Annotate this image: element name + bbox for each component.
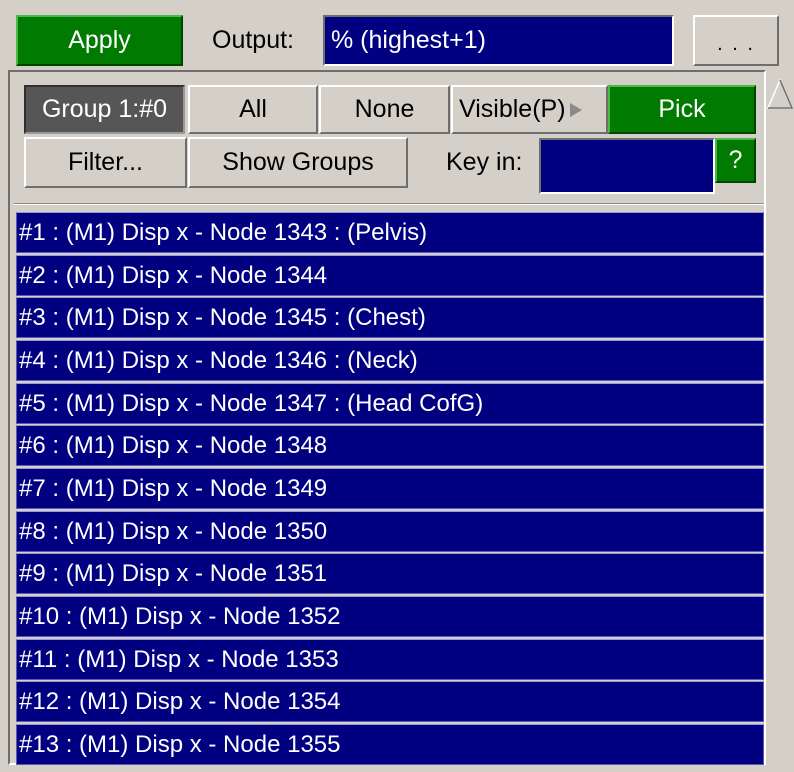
list-item[interactable]: #2 : (M1) Disp x - Node 1344: [16, 255, 764, 296]
list-item[interactable]: #7 : (M1) Disp x - Node 1349: [16, 468, 764, 509]
list-item[interactable]: #12 : (M1) Disp x - Node 1354: [16, 681, 764, 722]
list-item[interactable]: #4 : (M1) Disp x - Node 1346 : (Neck): [16, 340, 764, 381]
list-item[interactable]: #3 : (M1) Disp x - Node 1345 : (Chest): [16, 297, 764, 338]
select-all-button[interactable]: All: [188, 85, 318, 134]
filter-button[interactable]: Filter...: [24, 137, 187, 188]
list-item[interactable]: #6 : (M1) Disp x - Node 1348: [16, 425, 764, 466]
vertical-scrollbar[interactable]: [766, 70, 794, 765]
list-item[interactable]: #1 : (M1) Disp x - Node 1343 : (Pelvis): [16, 212, 764, 253]
panel-divider: [14, 203, 764, 205]
list-item[interactable]: #13 : (M1) Disp x - Node 1355: [16, 724, 764, 765]
play-triangle-icon: [569, 102, 582, 117]
output-field[interactable]: % (highest+1): [323, 15, 674, 66]
more-options-button[interactable]: . . .: [693, 15, 779, 66]
key-in-field[interactable]: [539, 138, 715, 194]
visible-button[interactable]: Visible(P): [451, 85, 608, 134]
group-button[interactable]: Group 1:#0: [24, 85, 185, 134]
scroll-up-arrow-icon[interactable]: [766, 74, 794, 114]
list-item[interactable]: #11 : (M1) Disp x - Node 1353: [16, 639, 764, 680]
key-in-label: Key in:: [446, 148, 523, 176]
selection-panel: Group 1:#0 All None Visible(P) Pick Filt…: [8, 70, 766, 765]
list-item[interactable]: #10 : (M1) Disp x - Node 1352: [16, 596, 764, 637]
help-button[interactable]: ?: [715, 138, 756, 183]
apply-button[interactable]: Apply: [16, 15, 183, 66]
list-item[interactable]: #9 : (M1) Disp x - Node 1351: [16, 553, 764, 594]
visible-button-label: Visible(P): [459, 95, 566, 123]
show-groups-button[interactable]: Show Groups: [188, 137, 408, 188]
list-item[interactable]: #5 : (M1) Disp x - Node 1347 : (Head Cof…: [16, 383, 764, 424]
select-none-button[interactable]: None: [319, 85, 450, 134]
output-label: Output:: [212, 26, 294, 54]
item-list[interactable]: #1 : (M1) Disp x - Node 1343 : (Pelvis) …: [16, 212, 764, 772]
list-item[interactable]: #8 : (M1) Disp x - Node 1350: [16, 511, 764, 552]
pick-button[interactable]: Pick: [608, 85, 756, 134]
